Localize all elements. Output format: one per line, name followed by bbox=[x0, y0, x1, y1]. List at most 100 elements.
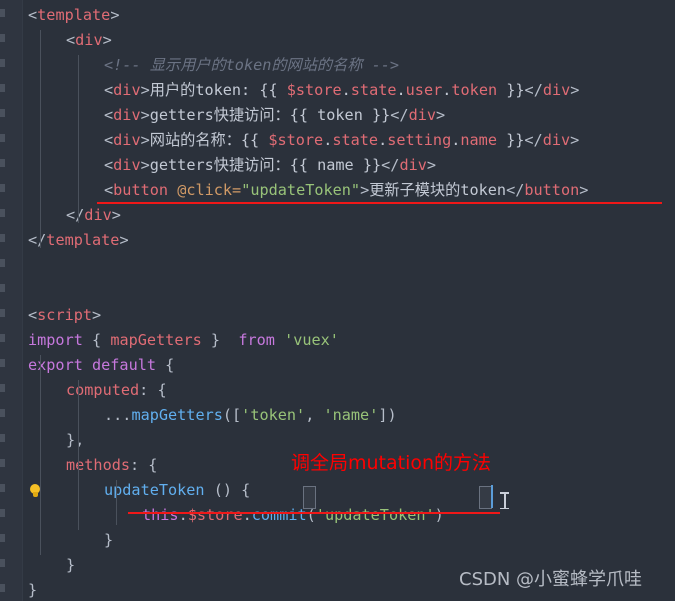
line-import[interactable]: import { mapGetters } from 'vuex' bbox=[28, 328, 339, 353]
code-token: 'vuex' bbox=[284, 331, 339, 349]
code-token: getters快捷访问：{{ name }} bbox=[149, 156, 382, 174]
code-token: updateToken bbox=[104, 481, 205, 499]
code-token: } bbox=[28, 581, 38, 599]
code-editor-screenshot: <template> <div> <!-- 显示用户的token的网站的名称 -->… bbox=[0, 0, 675, 601]
line-methods-close[interactable]: } bbox=[66, 553, 75, 578]
code-token: div bbox=[542, 131, 571, 149]
code-token: @click= bbox=[177, 181, 242, 199]
line-number-fragment bbox=[0, 359, 5, 367]
text-caret bbox=[491, 485, 493, 508]
line-div-close[interactable]: </div> bbox=[66, 203, 121, 228]
commit-line-underline bbox=[128, 512, 500, 514]
line-number-fragment bbox=[0, 34, 5, 42]
code-token: < bbox=[104, 181, 114, 199]
code-token: setting bbox=[387, 131, 452, 149]
code-token: state bbox=[350, 81, 397, 99]
code-token: > bbox=[579, 181, 589, 199]
code-token: this bbox=[142, 506, 179, 524]
line-export-default[interactable]: export default { bbox=[28, 353, 174, 378]
indent-guide bbox=[78, 55, 79, 223]
line-commit[interactable]: this.$store.commit('updateToken') bbox=[142, 503, 444, 528]
code-token: div bbox=[113, 106, 141, 124]
editor-gutter[interactable] bbox=[0, 0, 23, 601]
code-token: </ bbox=[524, 81, 543, 99]
code-token: export default bbox=[28, 356, 157, 374]
line-script-open[interactable]: <script> bbox=[28, 303, 101, 328]
code-token: }} bbox=[496, 131, 525, 149]
code-token: script bbox=[37, 306, 93, 324]
code-token: : { bbox=[130, 456, 158, 474]
code-token: </ bbox=[524, 131, 543, 149]
code-token: } bbox=[104, 531, 114, 549]
line-fn-close[interactable]: } bbox=[104, 528, 113, 553]
line-number-fragment bbox=[0, 584, 5, 592]
code-token: </ bbox=[390, 106, 409, 124]
line-div-site-name[interactable]: <div>网站的名称：{{ $store.state.setting.name … bbox=[104, 128, 579, 153]
line-div-getters-token[interactable]: <div>getters快捷访问：{{ token }}</div> bbox=[104, 103, 445, 128]
bracket-match-open bbox=[303, 486, 316, 509]
code-token: . bbox=[341, 81, 351, 99]
code-token: ) bbox=[434, 506, 444, 524]
lightbulb-base bbox=[32, 492, 38, 497]
code-token: from bbox=[238, 331, 275, 349]
line-number-fragment bbox=[0, 284, 5, 292]
code-token: div bbox=[113, 131, 141, 149]
line-methods[interactable]: methods: { bbox=[66, 453, 157, 478]
line-computed-close[interactable]: }, bbox=[66, 428, 84, 453]
code-token: template bbox=[46, 231, 120, 249]
annotation-note: 调全局mutation的方法 bbox=[291, 452, 492, 474]
code-token: < bbox=[104, 156, 114, 174]
button-line-underline bbox=[97, 202, 662, 204]
code-token: > bbox=[102, 31, 112, 49]
code-token: . bbox=[396, 81, 406, 99]
code-token: { bbox=[82, 331, 111, 349]
line-computed[interactable]: computed: { bbox=[66, 378, 167, 403]
code-token: > bbox=[110, 6, 120, 24]
code-token: < bbox=[66, 31, 76, 49]
code-token: }} bbox=[497, 81, 525, 99]
code-token: } bbox=[66, 556, 76, 574]
line-update-token-fn[interactable]: updateToken () { bbox=[104, 478, 250, 503]
lightbulb-icon[interactable] bbox=[28, 484, 42, 500]
code-token: <!-- 显示用户的token的网站的名称 --> bbox=[104, 56, 400, 74]
code-token: div bbox=[399, 156, 427, 174]
ibeam-cap-bottom bbox=[500, 507, 509, 509]
line-div-user-token[interactable]: <div>用户的token: {{ $store.state.user.toke… bbox=[104, 78, 579, 103]
code-token: button bbox=[524, 181, 580, 199]
line-div-open[interactable]: <div> bbox=[66, 28, 112, 53]
line-mapgetters[interactable]: ...mapGetters(['token', 'name']) bbox=[104, 403, 397, 428]
code-token: name bbox=[460, 131, 497, 149]
code-token: </ bbox=[66, 206, 85, 224]
code-token: > bbox=[140, 81, 150, 99]
line-template-close[interactable]: </template> bbox=[28, 228, 129, 253]
code-token: mapGetters bbox=[110, 331, 202, 349]
line-div-getters-name[interactable]: <div>getters快捷访问：{{ name }}</div> bbox=[104, 153, 436, 178]
line-number-fragment bbox=[0, 309, 5, 317]
line-comment[interactable]: <!-- 显示用户的token的网站的名称 --> bbox=[104, 53, 399, 78]
line-export-close[interactable]: } bbox=[28, 578, 37, 601]
code-token: state bbox=[332, 131, 379, 149]
code-token: 'updateToken' bbox=[315, 506, 435, 524]
code-token: </ bbox=[506, 181, 525, 199]
code-token: template bbox=[37, 6, 111, 24]
code-token: . bbox=[323, 131, 333, 149]
line-number-fragment bbox=[0, 484, 5, 492]
code-token: div bbox=[113, 156, 141, 174]
code-surface[interactable]: <template> <div> <!-- 显示用户的token的网站的名称 -->… bbox=[22, 0, 675, 601]
code-token: commit bbox=[251, 506, 307, 524]
code-token: > bbox=[111, 206, 121, 224]
line-template-open[interactable]: <template> bbox=[28, 3, 119, 28]
code-token: { bbox=[156, 356, 175, 374]
line-button[interactable]: <button @click="updateToken">更新子模块的token… bbox=[104, 178, 588, 203]
code-token: div bbox=[542, 81, 571, 99]
code-token: > bbox=[140, 156, 150, 174]
code-token: ... bbox=[104, 406, 132, 424]
code-token: getters快捷访问：{{ token }} bbox=[149, 106, 391, 124]
code-token: token bbox=[451, 81, 498, 99]
code-token: > bbox=[360, 181, 370, 199]
code-token: . bbox=[378, 131, 388, 149]
code-token: . bbox=[242, 506, 252, 524]
code-token: < bbox=[104, 81, 114, 99]
code-token: }, bbox=[66, 431, 85, 449]
code-token: , bbox=[305, 406, 324, 424]
